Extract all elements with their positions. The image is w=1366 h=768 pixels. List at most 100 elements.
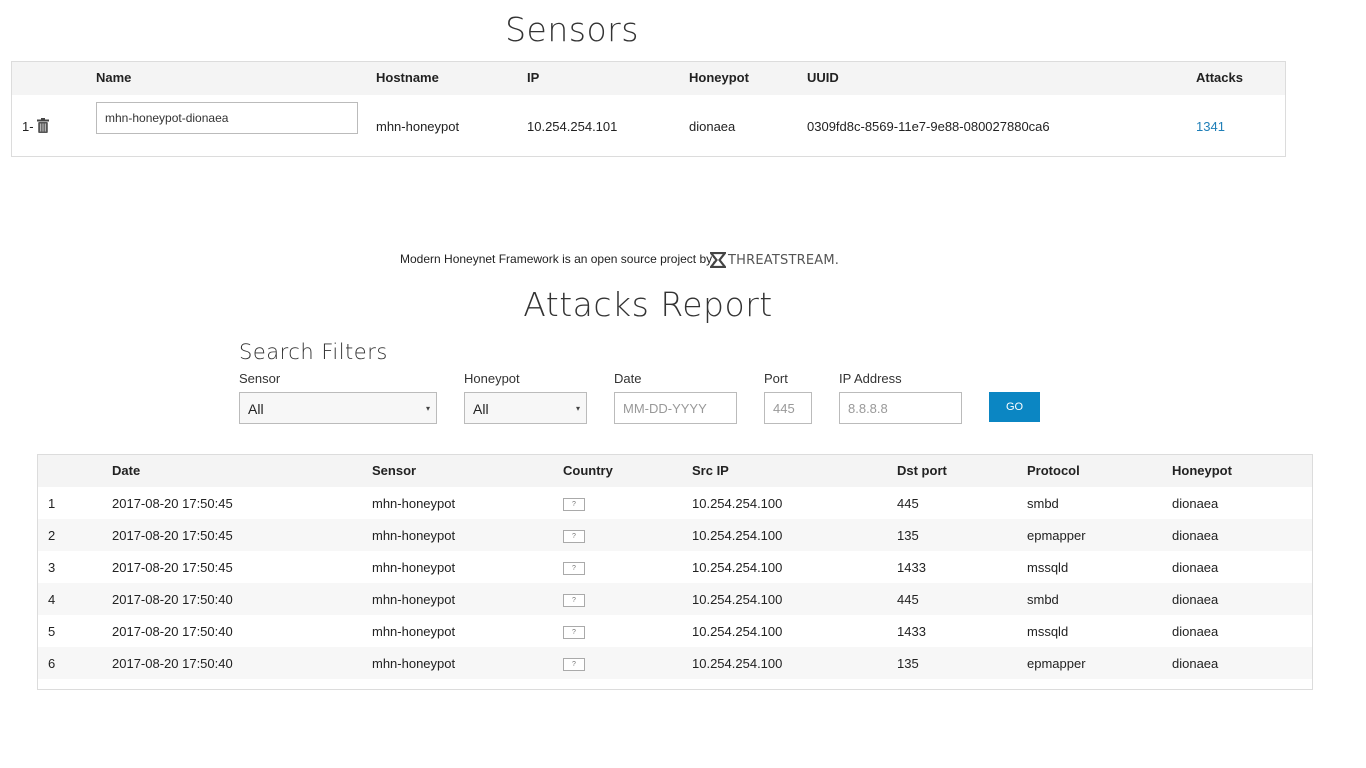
attacks-report-title: Attacks Report — [523, 285, 773, 324]
sensor-select[interactable]: All ▾ — [239, 392, 437, 424]
table-row: 4 2017-08-20 17:50:40 mhn-honeypot? 10.254.… — [38, 583, 1312, 615]
col-name: Name — [96, 70, 132, 85]
attack-honeypot: dionaea — [1172, 656, 1219, 671]
col-country: Country — [563, 463, 613, 478]
date-input[interactable]: MM-DD-YYYY — [614, 392, 737, 424]
attack-src-ip: 10.254.254.100 — [692, 560, 783, 575]
attack-dst-port: 135 — [897, 656, 919, 671]
attack-protocol: mssqld — [1027, 560, 1069, 575]
attack-protocol: smbd — [1027, 592, 1059, 607]
col-date: Date — [112, 463, 141, 478]
row-number: 5 — [48, 624, 56, 639]
attack-honeypot: dionaea — [1172, 560, 1219, 575]
ip-address-input[interactable]: 8.8.8.8 — [839, 392, 962, 424]
table-row: 2 2017-08-20 17:50:45 mhn-honeypot? 10.254.… — [38, 519, 1312, 551]
port-filter-label: Port — [764, 371, 788, 386]
go-button[interactable]: GO — [989, 392, 1040, 422]
table-row: 6 2017-08-20 17:50:40 mhn-honeypot? 10.254.… — [38, 647, 1312, 679]
attack-date: 2017-08-20 17:50:40 — [112, 624, 233, 639]
unknown-flag-icon: ? — [563, 530, 585, 543]
sensors-title: Sensors — [505, 10, 639, 49]
sensor-name-input[interactable] — [96, 102, 358, 134]
sensor-uuid: 0309fd8c-8569-11e7-9e88-080027880ca6 — [807, 119, 1050, 134]
attack-honeypot: dionaea — [1172, 496, 1219, 511]
sensors-table: Name Hostname IP Honeypot UUID Attacks 1… — [11, 61, 1286, 157]
attack-sensor: mhn-honeypot — [372, 624, 456, 639]
unknown-flag-icon: ? — [563, 498, 585, 511]
col-protocol: Protocol — [1027, 463, 1080, 478]
attack-honeypot: dionaea — [1172, 528, 1219, 543]
col-uuid: UUID — [807, 70, 839, 85]
port-input[interactable]: 445 — [764, 392, 812, 424]
attacks-table-header: Date Sensor Country Src IP Dst port Prot… — [38, 455, 1312, 487]
sensor-row-index: 1- — [22, 119, 34, 134]
attack-sensor: mhn-honeypot — [372, 560, 456, 575]
logo-wordmark: THREATSTREAM. — [728, 252, 840, 268]
threatstream-logo[interactable]: THREATSTREAM. — [710, 251, 839, 269]
caret-down-icon: ▾ — [425, 404, 430, 413]
attack-sensor: mhn-honeypot — [372, 496, 456, 511]
attack-sensor: mhn-honeypot — [372, 528, 456, 543]
attack-date: 2017-08-20 17:50:40 — [112, 656, 233, 671]
unknown-flag-icon: ? — [563, 626, 585, 639]
attack-src-ip: 10.254.254.100 — [692, 592, 783, 607]
table-row: 1 2017-08-20 17:50:45 mhn-honeypot? 10.254.… — [38, 487, 1312, 519]
attack-dst-port: 135 — [897, 528, 919, 543]
honeypot-select[interactable]: All ▾ — [464, 392, 587, 424]
row-number: 2 — [48, 528, 56, 543]
attack-protocol: epmapper — [1027, 528, 1086, 543]
table-row: 72017-08-20 17:50:35mhn-honeypot?10.254.… — [38, 679, 1312, 689]
attack-date: 2017-08-20 17:50:45 — [112, 496, 233, 511]
attacks-table: Date Sensor Country Src IP Dst port Prot… — [37, 454, 1313, 690]
attack-protocol: smbd — [1027, 496, 1059, 511]
attack-dst-port: 445 — [897, 688, 919, 689]
unknown-flag-icon: ? — [563, 658, 585, 671]
attack-dst-port: 1433 — [897, 560, 926, 575]
sensor-attacks-link[interactable]: 1341 — [1196, 119, 1225, 134]
unknown-flag-icon: ? — [563, 562, 585, 575]
attack-sensor: mhn-honeypot — [372, 656, 456, 671]
attack-honeypot: dionaea — [1172, 592, 1219, 607]
col-hostname: Hostname — [376, 70, 439, 85]
attack-sensor: mhn-honeypot — [372, 688, 455, 689]
unknown-flag-icon: ? — [563, 594, 585, 607]
attack-protocol: epmapper — [1027, 656, 1086, 671]
col-attacks: Attacks — [1196, 70, 1243, 85]
row-number: 4 — [48, 592, 56, 607]
sensor-hostname: mhn-honeypot — [376, 119, 460, 134]
sensors-table-header: Name Hostname IP Honeypot UUID Attacks — [12, 62, 1285, 95]
attack-src-ip: 10.254.254.100 — [692, 528, 783, 543]
col-honeypot: Honeypot — [689, 70, 749, 85]
row-number: 3 — [48, 560, 56, 575]
attack-sensor: mhn-honeypot — [372, 592, 456, 607]
honeypot-filter-label: Honeypot — [464, 371, 520, 386]
col-dst-port: Dst port — [897, 463, 947, 478]
col-honeypot: Honeypot — [1172, 463, 1232, 478]
attack-date: 2017-08-20 17:50:45 — [112, 560, 233, 575]
attack-date: 2017-08-20 17:50:45 — [112, 528, 233, 543]
hourglass-icon — [710, 252, 726, 268]
honeypot-select-value: All — [473, 401, 489, 417]
search-filters-title: Search Filters — [239, 340, 388, 364]
sensor-filter-label: Sensor — [239, 371, 281, 386]
sensor-ip: 10.254.254.101 — [527, 119, 618, 134]
col-src-ip: Src IP — [692, 463, 729, 478]
attack-dst-port: 1433 — [897, 624, 926, 639]
attack-dst-port: 445 — [897, 496, 919, 511]
trash-icon[interactable] — [37, 118, 49, 133]
credit-text: Modern Honeynet Framework is an open sou… — [400, 252, 716, 266]
attack-src-ip: 10.254.254.100 — [692, 496, 783, 511]
attack-src-ip: 10.254.254.100 — [692, 624, 783, 639]
attack-src-ip: 10.254.254.100 — [692, 656, 783, 671]
attack-honeypot: dionaea — [1172, 688, 1218, 689]
attack-protocol: smbd — [1027, 688, 1059, 689]
attack-date: 2017-08-20 17:50:35 — [112, 688, 233, 689]
table-row: 5 2017-08-20 17:50:40 mhn-honeypot? 10.254.… — [38, 615, 1312, 647]
caret-down-icon: ▾ — [575, 404, 580, 413]
col-ip: IP — [527, 70, 540, 85]
attack-protocol: mssqld — [1027, 624, 1069, 639]
row-number: 7 — [48, 688, 55, 689]
col-sensor: Sensor — [372, 463, 417, 478]
attack-dst-port: 445 — [897, 592, 919, 607]
sensor-select-value: All — [248, 401, 264, 417]
